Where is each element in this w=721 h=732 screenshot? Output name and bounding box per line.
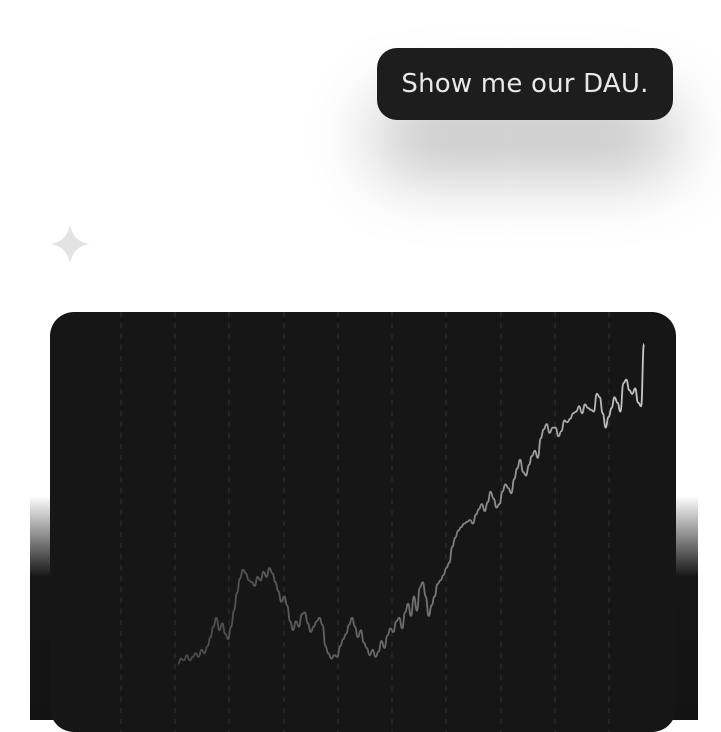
user-message-bubble: Show me our DAU. <box>377 48 673 120</box>
user-message-text: Show me our DAU. <box>401 69 649 99</box>
chart-grid <box>120 312 610 732</box>
dau-chart-card <box>50 312 676 732</box>
chart-series <box>177 343 645 665</box>
sparkle-icon <box>48 222 92 266</box>
dau-series-line <box>177 343 645 665</box>
dau-line-chart <box>120 312 645 732</box>
